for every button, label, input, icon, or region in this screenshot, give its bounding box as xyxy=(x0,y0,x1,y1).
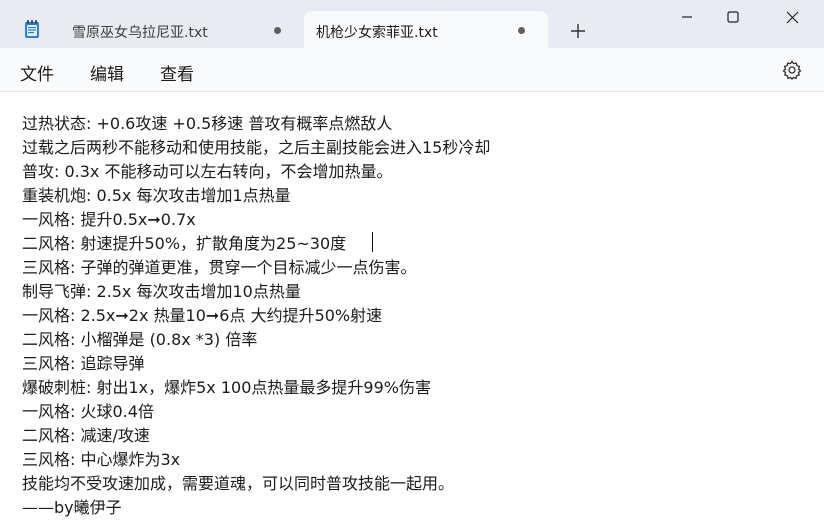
gear-icon[interactable] xyxy=(782,60,802,80)
text-line: 过载之后两秒不能移动和使用技能，之后主副技能会进入15秒冷却 xyxy=(22,138,491,157)
notepad-window: 雪原巫女乌拉尼亚.txt 机枪少女索菲亚.txt 文件 编辑 查看 过热状态: … xyxy=(0,0,824,527)
tab-inactive[interactable]: 雪原巫女乌拉尼亚.txt xyxy=(12,11,298,48)
close-icon[interactable] xyxy=(770,0,816,34)
text-line: 重装机炮: 0.5x 每次攻击增加1点热量 xyxy=(22,186,291,205)
menu-edit[interactable]: 编辑 xyxy=(90,60,124,85)
text-line: 爆破刺桩: 射出1x，爆炸5x 100点热量最多提升99%伤害 xyxy=(22,378,431,397)
text-line: 一风格: 提升0.5x➞0.7x xyxy=(22,210,196,229)
minimize-icon[interactable] xyxy=(664,0,710,34)
text-caret xyxy=(372,232,373,252)
title-bar: 雪原巫女乌拉尼亚.txt 机枪少女索菲亚.txt xyxy=(0,0,824,48)
menu-file[interactable]: 文件 xyxy=(20,60,54,85)
text-line: 一风格: 火球0.4倍 xyxy=(22,402,154,421)
text-line: 过热状态: +0.6攻速 +0.5移速 普攻有概率点燃敌人 xyxy=(22,114,393,133)
text-line: 二风格: 小榴弹是 (0.8x *3) 倍率 xyxy=(22,330,258,349)
text-editor[interactable]: 过热状态: +0.6攻速 +0.5移速 普攻有概率点燃敌人 过载之后两秒不能移动… xyxy=(0,92,824,527)
text-line: 三风格: 中心爆炸为3x xyxy=(22,450,181,469)
text-line: 普攻: 0.3x 不能移动可以左右转向，不会增加热量。 xyxy=(22,162,393,181)
maximize-icon[interactable] xyxy=(710,0,756,34)
plus-icon[interactable] xyxy=(566,19,590,43)
tab-active[interactable]: 机枪少女索菲亚.txt xyxy=(304,11,548,48)
text-line: 制导飞弹: 2.5x 每次攻击增加10点热量 xyxy=(22,282,301,301)
unsaved-dot-icon[interactable] xyxy=(518,27,525,34)
text-line: 三风格: 子弹的弹道更准，贯穿一个目标减少一点伤害。 xyxy=(22,258,417,277)
text-line: ——by曦伊子 xyxy=(22,498,122,517)
notepad-icon xyxy=(25,20,39,38)
text-line: 技能均不受攻速加成，需要道魂，可以同时普攻技能一起用。 xyxy=(22,474,455,493)
menu-view[interactable]: 查看 xyxy=(160,60,194,85)
menu-bar: 文件 编辑 查看 xyxy=(0,48,824,92)
unsaved-dot-icon[interactable] xyxy=(274,27,281,34)
tab-label: 机枪少女索菲亚.txt xyxy=(316,25,438,41)
text-line: 二风格: 减速/攻速 xyxy=(22,426,150,445)
text-line: 二风格: 射速提升50%，扩散角度为25~30度 xyxy=(22,234,347,253)
tab-label: 雪原巫女乌拉尼亚.txt xyxy=(72,25,208,41)
text-line: 三风格: 追踪导弹 xyxy=(22,354,145,373)
text-line: 一风格: 2.5x➞2x 热量10➞6点 大约提升50%射速 xyxy=(22,306,383,325)
